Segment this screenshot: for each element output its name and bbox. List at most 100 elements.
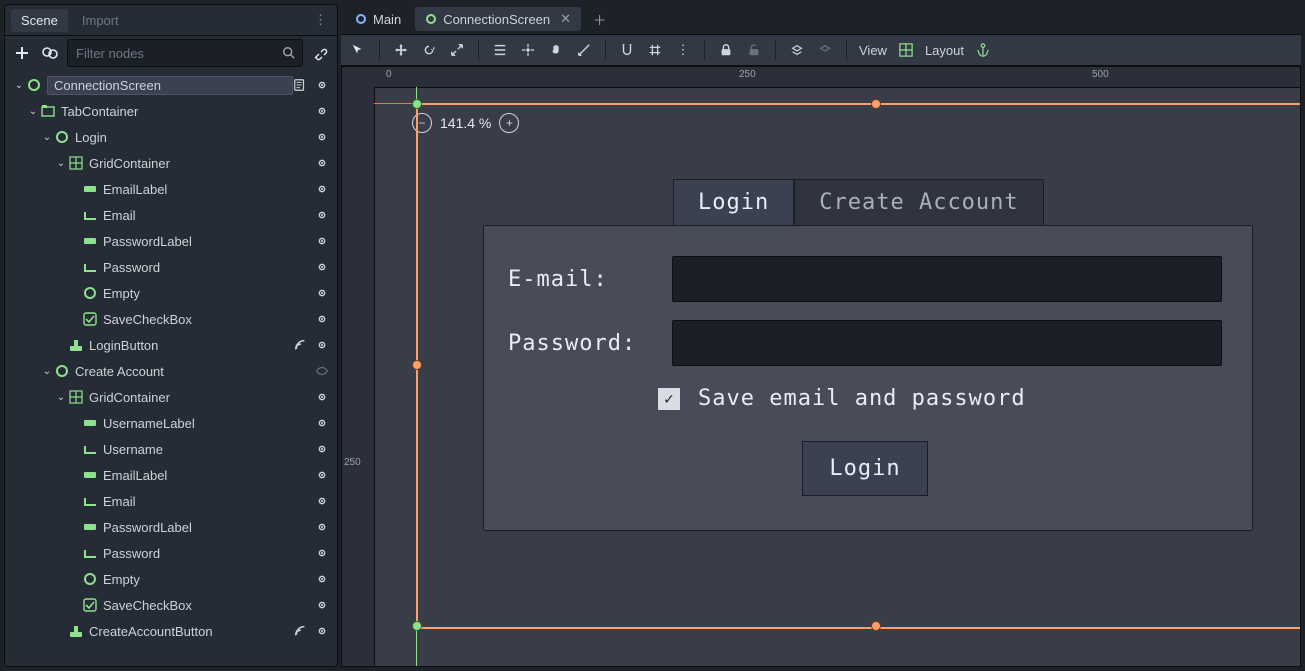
tree-node[interactable]: PasswordLabel xyxy=(5,514,337,540)
new-tab-icon[interactable]: ＋ xyxy=(585,10,614,29)
visibility-icon[interactable] xyxy=(315,468,329,482)
snap-options-icon[interactable]: ⋮ xyxy=(674,41,692,59)
tree-node[interactable]: Empty xyxy=(5,280,337,306)
tree-node[interactable]: Email xyxy=(5,202,337,228)
tree-node[interactable]: Empty xyxy=(5,566,337,592)
canvas-viewport[interactable]: 0 250 500 250 − 141.4 % + xyxy=(341,66,1301,667)
group-icon[interactable] xyxy=(788,41,806,59)
zoom-percent[interactable]: 141.4 % xyxy=(440,115,491,131)
tree-node[interactable]: EmailLabel xyxy=(5,176,337,202)
list-select-icon[interactable] xyxy=(491,41,509,59)
visibility-icon[interactable] xyxy=(315,572,329,586)
tab-main[interactable]: Main xyxy=(345,8,411,31)
visibility-icon[interactable] xyxy=(315,104,329,118)
preview-password-input[interactable] xyxy=(672,320,1222,366)
tree-node[interactable]: Username xyxy=(5,436,337,462)
tree-node[interactable]: ⌄Create Account xyxy=(5,358,337,384)
view-menu[interactable]: View xyxy=(859,43,887,58)
visibility-icon[interactable] xyxy=(315,416,329,430)
scale-tool-icon[interactable] xyxy=(448,41,466,59)
visibility-icon[interactable] xyxy=(315,442,329,456)
expand-caret-icon[interactable]: ⌄ xyxy=(41,366,53,377)
tree-node[interactable]: UsernameLabel xyxy=(5,410,337,436)
pivot-tool-icon[interactable] xyxy=(519,41,537,59)
visibility-icon[interactable] xyxy=(315,390,329,404)
visibility-icon[interactable] xyxy=(315,364,329,378)
visibility-icon[interactable] xyxy=(315,598,329,612)
close-tab-icon[interactable]: ✕ xyxy=(560,11,571,27)
tree-node[interactable]: LoginButton xyxy=(5,332,337,358)
preview-tab-login[interactable]: Login xyxy=(673,179,794,225)
anchor-handle[interactable] xyxy=(412,99,422,109)
tree-node[interactable]: SaveCheckBox xyxy=(5,592,337,618)
scene-tab[interactable]: Scene xyxy=(11,9,68,32)
layout-menu[interactable]: Layout xyxy=(925,43,964,58)
tree-node[interactable]: SaveCheckBox xyxy=(5,306,337,332)
visibility-icon[interactable] xyxy=(315,208,329,222)
grid-snap-icon[interactable] xyxy=(646,41,664,59)
visibility-icon[interactable] xyxy=(315,338,329,352)
tree-node[interactable]: Password xyxy=(5,540,337,566)
visibility-icon[interactable] xyxy=(315,182,329,196)
visibility-icon[interactable] xyxy=(315,494,329,508)
selection-handle[interactable] xyxy=(871,621,881,631)
visibility-icon[interactable] xyxy=(315,286,329,300)
import-tab[interactable]: Import xyxy=(72,9,129,32)
anchor-handle[interactable] xyxy=(412,621,422,631)
expand-caret-icon[interactable]: ⌄ xyxy=(41,132,53,143)
dock-menu-icon[interactable]: ⋮ xyxy=(310,12,331,28)
ruler-tool-icon[interactable] xyxy=(575,41,593,59)
signal-icon[interactable] xyxy=(293,624,307,638)
expand-caret-icon[interactable]: ⌄ xyxy=(13,80,25,91)
expand-caret-icon[interactable]: ⌄ xyxy=(55,392,67,403)
visibility-icon[interactable] xyxy=(315,312,329,326)
node-label: SaveCheckBox xyxy=(103,312,315,327)
preview-email-input[interactable] xyxy=(672,256,1222,302)
preview-login-button[interactable]: Login xyxy=(802,441,927,496)
scene-tree[interactable]: ⌄ConnectionScreen⌄TabContainer⌄Login⌄Gri… xyxy=(5,70,337,666)
visibility-icon[interactable] xyxy=(315,546,329,560)
rotate-tool-icon[interactable] xyxy=(420,41,438,59)
snap-toggle-icon[interactable] xyxy=(618,41,636,59)
visibility-icon[interactable] xyxy=(315,260,329,274)
selection-handle[interactable] xyxy=(871,99,881,109)
expand-caret-icon[interactable]: ⌄ xyxy=(27,106,39,117)
expand-caret-icon[interactable]: ⌄ xyxy=(55,158,67,169)
preview-save-checkbox[interactable]: ✓ xyxy=(658,388,680,410)
script-icon[interactable] xyxy=(293,78,307,92)
visibility-icon[interactable] xyxy=(315,520,329,534)
pan-tool-icon[interactable] xyxy=(547,41,565,59)
filter-nodes-input[interactable] xyxy=(74,45,282,62)
tree-node[interactable]: PasswordLabel xyxy=(5,228,337,254)
tab-connection-screen[interactable]: ConnectionScreen ✕ xyxy=(415,7,581,31)
visibility-icon[interactable] xyxy=(315,234,329,248)
tree-node[interactable]: ⌄ConnectionScreen xyxy=(5,72,337,98)
signal-icon[interactable] xyxy=(293,338,307,352)
visibility-icon[interactable] xyxy=(315,624,329,638)
preview-tab-create[interactable]: Create Account xyxy=(794,179,1043,225)
move-tool-icon[interactable] xyxy=(392,41,410,59)
visibility-icon[interactable] xyxy=(315,78,329,92)
zoom-out-icon[interactable]: − xyxy=(412,113,432,133)
lock-icon[interactable] xyxy=(717,41,735,59)
select-tool-icon[interactable] xyxy=(349,41,367,59)
ungroup-icon[interactable] xyxy=(816,41,834,59)
filter-nodes-field[interactable] xyxy=(67,39,303,67)
anchor-icon[interactable] xyxy=(974,41,992,59)
tree-node[interactable]: EmailLabel xyxy=(5,462,337,488)
tree-node[interactable]: Password xyxy=(5,254,337,280)
selection-handle[interactable] xyxy=(412,360,422,370)
tree-node[interactable]: ⌄Login xyxy=(5,124,337,150)
tree-node[interactable]: ⌄GridContainer xyxy=(5,384,337,410)
tree-node[interactable]: ⌄GridContainer xyxy=(5,150,337,176)
visibility-icon[interactable] xyxy=(315,156,329,170)
tree-node[interactable]: Email xyxy=(5,488,337,514)
tree-node[interactable]: ⌄TabContainer xyxy=(5,98,337,124)
visibility-icon[interactable] xyxy=(315,130,329,144)
connect-icon[interactable] xyxy=(309,42,331,64)
tree-node[interactable]: CreateAccountButton xyxy=(5,618,337,644)
add-node-icon[interactable] xyxy=(11,42,33,64)
instance-scene-icon[interactable] xyxy=(39,42,61,64)
zoom-in-icon[interactable]: + xyxy=(499,113,519,133)
unlock-icon[interactable] xyxy=(745,41,763,59)
